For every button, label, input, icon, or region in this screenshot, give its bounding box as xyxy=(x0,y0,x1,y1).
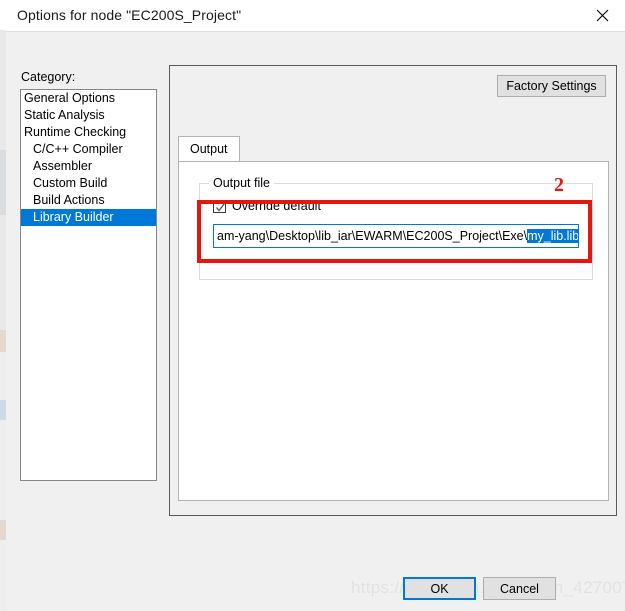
sidebar-item-general-options[interactable]: General Options xyxy=(21,90,156,107)
cancel-button[interactable]: Cancel xyxy=(483,577,556,600)
sidebar-item-runtime-checking[interactable]: Runtime Checking xyxy=(21,124,156,141)
tab-content-output: Output file Override default am-yang\Des… xyxy=(178,161,609,501)
checkbox-box xyxy=(213,199,226,213)
title-bar: Options for node "EC200S_Project" xyxy=(6,0,625,32)
close-icon-glyph xyxy=(596,9,608,22)
output-path-input[interactable]: am-yang\Desktop\lib_iar\EWARM\EC200S_Pro… xyxy=(213,224,579,248)
settings-panel: Factory Settings Output Output file Over… xyxy=(169,65,617,516)
tab-strip: Output xyxy=(178,136,609,161)
override-default-label: Override default xyxy=(232,199,321,213)
options-dialog: Options for node "EC200S_Project" Catego… xyxy=(6,0,625,611)
sidebar-item-assembler[interactable]: Assembler xyxy=(21,158,156,175)
sidebar-item-custom-build[interactable]: Custom Build xyxy=(21,175,156,192)
output-path-text: am-yang\Desktop\lib_iar\EWARM\EC200S_Pro… xyxy=(217,229,528,243)
checkmark-icon xyxy=(216,202,225,211)
output-file-group: Output file Override default am-yang\Des… xyxy=(199,176,593,280)
ok-button[interactable]: OK xyxy=(403,577,476,600)
tab-output[interactable]: Output xyxy=(178,136,240,161)
output-path-selected-text: my_lib.lib xyxy=(527,229,579,243)
sidebar-item-library-builder[interactable]: Library Builder xyxy=(21,209,156,226)
factory-settings-button[interactable]: Factory Settings xyxy=(497,75,606,97)
close-icon[interactable] xyxy=(579,0,625,31)
window-title: Options for node "EC200S_Project" xyxy=(17,7,242,23)
category-label: Category: xyxy=(21,70,76,84)
sidebar-item-build-actions[interactable]: Build Actions xyxy=(21,192,156,209)
override-default-checkbox[interactable]: Override default xyxy=(213,199,321,213)
output-file-group-legend: Output file xyxy=(209,176,274,190)
sidebar-item-static-analysis[interactable]: Static Analysis xyxy=(21,107,156,124)
category-list[interactable]: General Options Static Analysis Runtime … xyxy=(20,89,157,481)
sidebar-item-c-cpp-compiler[interactable]: C/C++ Compiler xyxy=(21,141,156,158)
